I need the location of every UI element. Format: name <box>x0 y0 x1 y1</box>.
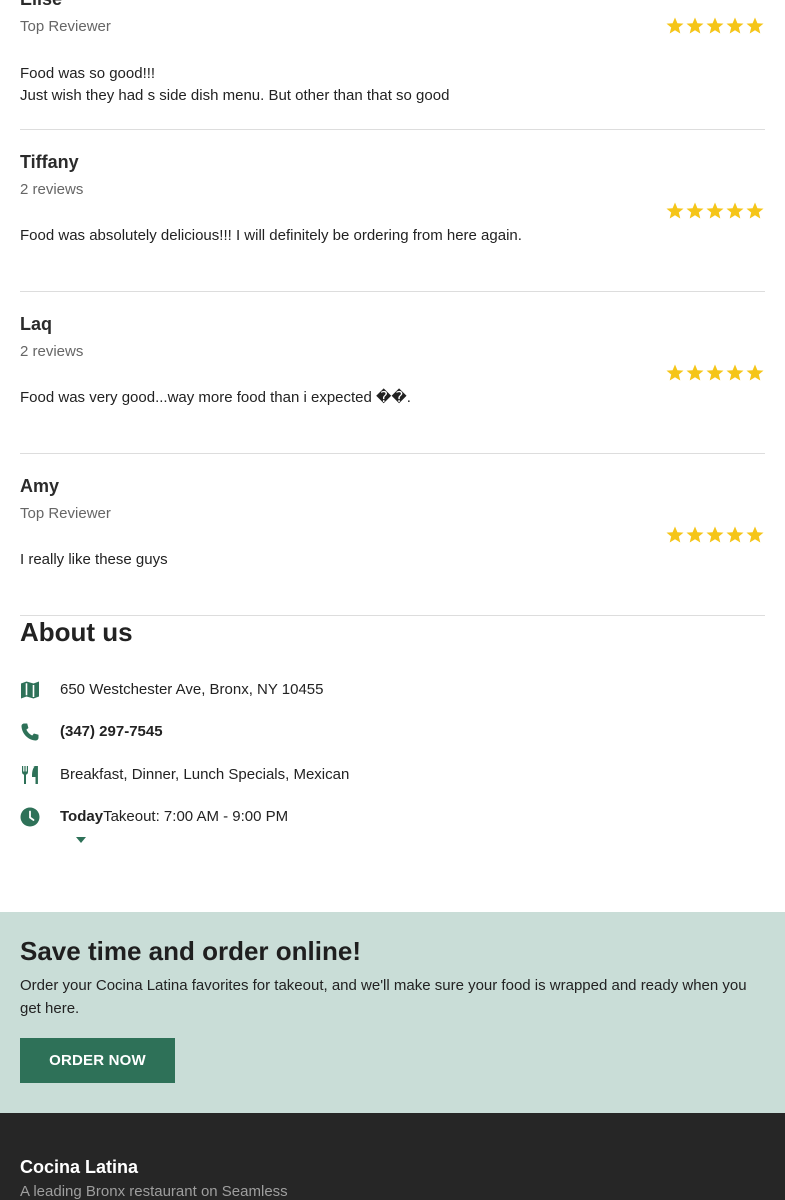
review-item: Amy Top Reviewer I really like these guy… <box>20 475 765 616</box>
footer-brand: Cocina Latina <box>20 1157 139 1177</box>
phone-row[interactable]: (347) 297-7545 <box>20 722 163 742</box>
reviewer-meta: Top Reviewer <box>20 18 111 35</box>
footer-tagline: A leading Bronx restaurant on Seamless <box>20 1183 288 1200</box>
star-icon <box>686 364 704 381</box>
review-text: Food was very good...way more food than … <box>20 387 765 409</box>
star-icon <box>686 526 704 543</box>
about-section: About us 650 Westchester Ave, Bronx, NY … <box>20 615 765 843</box>
reviewer-meta: 2 reviews <box>20 343 84 360</box>
review-item: Elise Top Reviewer Food was so good!!! J… <box>20 0 765 130</box>
hours-text: TodayTakeout: 7:00 AM - 9:00 PM <box>60 807 288 827</box>
address-text: 650 Westchester Ave, Bronx, NY 10455 <box>60 681 324 698</box>
star-icon <box>686 202 704 219</box>
phone-link[interactable]: (347) 297-7545 <box>60 722 163 742</box>
review-text-line: Food was very good...way more food than … <box>20 389 411 406</box>
star-icon <box>746 364 764 381</box>
star-icon <box>726 17 744 34</box>
star-icon <box>746 202 764 219</box>
star-icon <box>706 526 724 543</box>
review-text-line: Food was so good!!! <box>20 65 156 82</box>
reviews-list: Elise Top Reviewer Food was so good!!! J… <box>20 0 765 616</box>
review-text-line: Just wish they had s side dish menu. But… <box>20 87 450 104</box>
review-text-line: I really like these guys <box>20 551 168 568</box>
review-text: Food was so good!!! Just wish they had s… <box>20 63 765 107</box>
star-icon <box>746 526 764 543</box>
address-row: 650 Westchester Ave, Bronx, NY 10455 <box>20 680 324 700</box>
map-icon <box>20 680 40 700</box>
review-text: Food was absolutely delicious!!! I will … <box>20 225 765 247</box>
hours-row: TodayTakeout: 7:00 AM - 9:00 PM <box>20 807 288 827</box>
order-now-button[interactable]: ORDER NOW <box>20 1038 175 1083</box>
star-icon <box>726 364 744 381</box>
reviewer-name: Elise <box>20 0 765 10</box>
review-item: Tiffany 2 reviews Food was absolutely de… <box>20 151 765 292</box>
cuisine-row: Breakfast, Dinner, Lunch Specials, Mexic… <box>20 765 349 785</box>
star-rating <box>665 16 765 36</box>
star-rating <box>665 201 765 221</box>
star-icon <box>726 202 744 219</box>
star-icon <box>706 17 724 34</box>
reviewer-name: Tiffany <box>20 152 79 172</box>
order-promo-banner: Save time and order online! Order your C… <box>0 912 785 1113</box>
star-icon <box>666 17 684 34</box>
reviewer-name: Laq <box>20 314 53 334</box>
footer: Cocina Latina A leading Bronx restaurant… <box>0 1113 785 1200</box>
review-text: I really like these guys <box>20 549 765 571</box>
star-rating <box>665 363 765 383</box>
utensils-icon <box>20 765 40 785</box>
star-icon <box>706 364 724 381</box>
review-text-line: Food was absolutely delicious!!! I will … <box>20 227 522 244</box>
hours-value: Takeout: 7:00 AM - 9:00 PM <box>103 808 289 825</box>
reviewer-meta: 2 reviews <box>20 181 84 198</box>
star-icon <box>686 17 704 34</box>
star-icon <box>746 17 764 34</box>
star-icon <box>666 202 684 219</box>
star-icon <box>706 202 724 219</box>
caret-down-icon[interactable] <box>76 837 86 843</box>
promo-text: Order your Cocina Latina favorites for t… <box>20 977 747 1017</box>
star-rating <box>665 525 765 545</box>
promo-title: Save time and order online! <box>20 936 361 966</box>
star-icon <box>666 526 684 543</box>
reviewer-meta: Top Reviewer <box>20 505 111 522</box>
hours-day: Today <box>60 808 104 825</box>
cuisine-text: Breakfast, Dinner, Lunch Specials, Mexic… <box>60 766 350 783</box>
review-item: Laq 2 reviews Food was very good...way m… <box>20 313 765 454</box>
reviewer-name: Amy <box>20 476 60 496</box>
star-icon <box>666 364 684 381</box>
phone-icon <box>20 722 40 742</box>
about-title: About us <box>20 617 133 647</box>
star-icon <box>726 526 744 543</box>
clock-icon <box>20 807 40 827</box>
